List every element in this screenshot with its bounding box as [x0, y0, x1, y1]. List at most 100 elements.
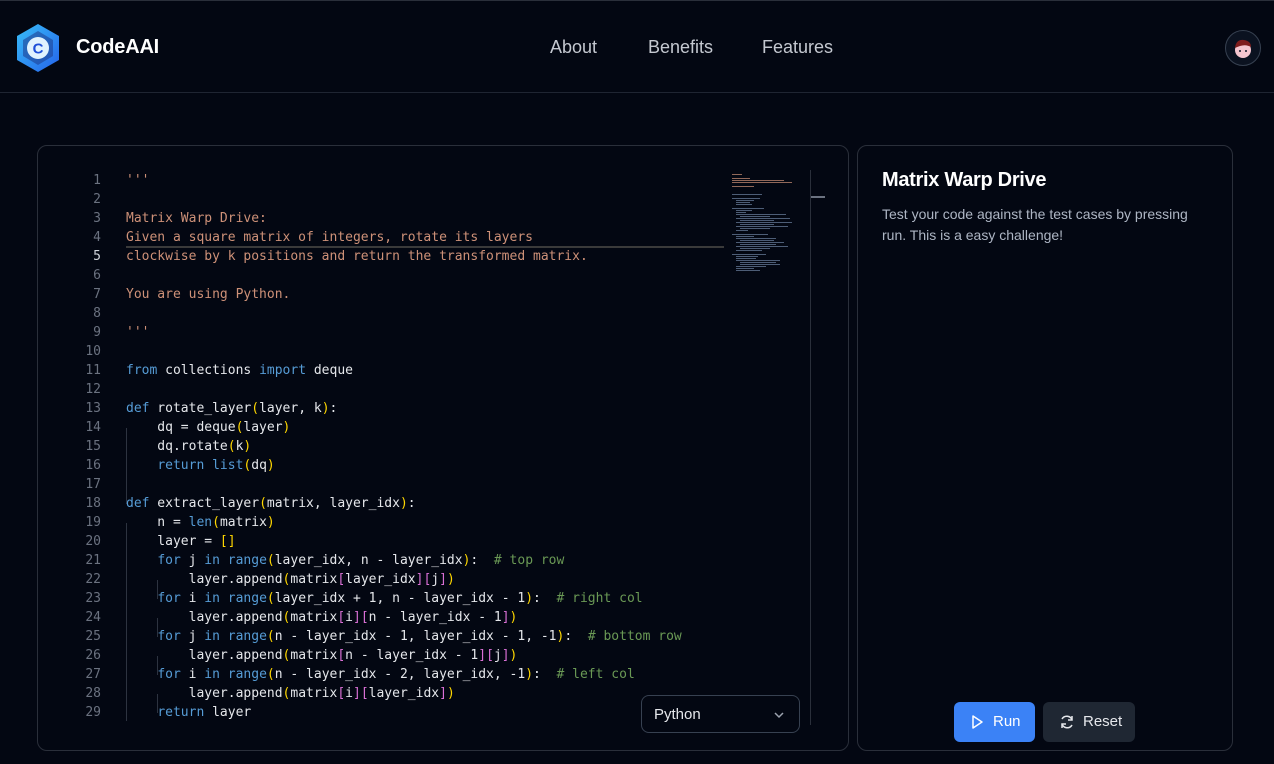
code-token: : [564, 629, 588, 644]
play-icon [970, 714, 984, 734]
line-number: 18 [85, 496, 101, 511]
code-line[interactable]: 4 Given a square matrix of integers, rota… [38, 228, 728, 247]
code-token: for [157, 553, 181, 568]
code-line[interactable]: 2 [38, 190, 728, 209]
code-line[interactable]: 18 def extract_layer(matrix, layer_idx): [38, 494, 728, 513]
code-token: Matrix Warp Drive: [126, 211, 267, 226]
line-content: return list(dq) [126, 456, 275, 475]
code-token: : [470, 553, 494, 568]
code-line[interactable]: 11 from collections import deque [38, 361, 728, 380]
language-select[interactable]: Python [641, 695, 800, 733]
code-line[interactable]: 10 [38, 342, 728, 361]
code-line[interactable]: 27 for i in range(n - layer_idx - 2, lay… [38, 665, 728, 684]
code-token: matrix [290, 648, 338, 663]
code-token: def [126, 496, 150, 511]
nav-benefits[interactable]: Benefits [648, 37, 713, 58]
code-token: : [329, 401, 338, 416]
code-token: matrix [290, 572, 338, 587]
code-token: clockwise by k positions and return the … [126, 249, 588, 264]
line-content: clockwise by k positions and return the … [126, 247, 588, 266]
code-line[interactable]: 5 clockwise by k positions and return the… [38, 247, 728, 266]
code-token: ) [266, 458, 275, 473]
code-token: [ [337, 572, 346, 587]
line-content: for i in range(n - layer_idx - 2, layer_… [126, 665, 635, 684]
code-token: [ [360, 686, 369, 701]
code-line[interactable]: 26 layer.append(matrix[n - layer_idx - 1… [38, 646, 728, 665]
code-line[interactable]: 25 for j in range(n - layer_idx - 1, lay… [38, 627, 728, 646]
line-content: for i in range(layer_idx + 1, n - layer_… [126, 589, 642, 608]
code-token: for [157, 591, 181, 606]
code-token: i [180, 591, 205, 606]
code-line[interactable]: 17 [38, 475, 728, 494]
line-number: 7 [93, 287, 101, 302]
line-number: 14 [85, 420, 101, 435]
line-content: layer.append(matrix[n - layer_idx - 1][j… [126, 646, 518, 665]
code-line[interactable]: 6 [38, 266, 728, 285]
code-token: in [204, 553, 220, 568]
code-editor-panel[interactable]: 1 ''' 2 3 Matrix Warp Drive: 4 Given a square … [37, 145, 849, 751]
codeaai-logo-icon[interactable]: C [14, 22, 62, 74]
line-number: 9 [93, 325, 101, 340]
code-token: in [204, 629, 220, 644]
line-content: dq.rotate(k) [126, 437, 251, 456]
challenge-title: Matrix Warp Drive [882, 169, 1047, 191]
line-content: ''' [126, 171, 149, 190]
code-line[interactable]: 1 ''' [38, 171, 728, 190]
editor-scrollbar[interactable] [810, 170, 825, 725]
code-token: layer.append [126, 610, 283, 625]
user-avatar[interactable] [1225, 30, 1261, 66]
code-token: # top row [493, 553, 565, 568]
scrollbar-thumb[interactable] [811, 196, 825, 198]
language-select-value: Python [654, 706, 701, 723]
line-number: 29 [85, 705, 101, 720]
code-token: deque [306, 363, 353, 378]
code-token: layer.append [126, 686, 283, 701]
reset-button[interactable]: Reset [1043, 702, 1135, 742]
code-token: # left col [556, 667, 635, 682]
code-token: return [157, 458, 205, 473]
code-line[interactable]: 9 ''' [38, 323, 728, 342]
code-token: n - layer_idx - 2, layer_idx, -1 [274, 667, 526, 682]
code-line[interactable]: 20 layer = [] [38, 532, 728, 551]
run-button[interactable]: Run [954, 702, 1035, 742]
code-minimap[interactable] [730, 172, 810, 292]
code-token: dq.rotate [126, 439, 228, 454]
code-line[interactable]: 12 [38, 380, 728, 399]
code-line[interactable]: 7 You are using Python. [38, 285, 728, 304]
code-token: # bottom row [587, 629, 682, 644]
code-line[interactable]: 22 layer.append(matrix[layer_idx][j]) [38, 570, 728, 589]
brand-name[interactable]: CodeAAI [76, 36, 159, 59]
code-line[interactable]: 14 dq = deque(layer) [38, 418, 728, 437]
code-line[interactable]: 8 [38, 304, 728, 323]
line-number: 3 [93, 211, 101, 226]
code-area[interactable]: 1 ''' 2 3 Matrix Warp Drive: 4 Given a square … [38, 171, 728, 722]
code-line[interactable]: 13 def rotate_layer(layer, k): [38, 399, 728, 418]
code-token: dq [251, 458, 267, 473]
code-token: rotate_layer [149, 401, 252, 416]
code-token: layer [204, 705, 252, 720]
code-line[interactable]: 19 n = len(matrix) [38, 513, 728, 532]
code-line[interactable]: 23 for i in range(layer_idx + 1, n - lay… [38, 589, 728, 608]
code-line[interactable]: 15 dq.rotate(k) [38, 437, 728, 456]
line-content: for j in range(n - layer_idx - 1, layer_… [126, 627, 682, 646]
code-line[interactable]: 28 layer.append(matrix[i][layer_idx]) [38, 684, 728, 703]
code-line[interactable]: 16 return list(dq) [38, 456, 728, 475]
code-token: ) [509, 610, 518, 625]
code-token: ( [266, 667, 275, 682]
line-number: 26 [85, 648, 101, 663]
code-token: for [157, 629, 181, 644]
line-number: 16 [85, 458, 101, 473]
nav-features[interactable]: Features [762, 37, 833, 58]
code-line[interactable]: 24 layer.append(matrix[i][n - layer_idx … [38, 608, 728, 627]
code-token: ( [266, 629, 275, 644]
code-token: [] [219, 534, 236, 549]
code-token: ( [259, 496, 267, 511]
code-line[interactable]: 29 return layer [38, 703, 728, 722]
code-line[interactable]: 3 Matrix Warp Drive: [38, 209, 728, 228]
nav-about[interactable]: About [550, 37, 597, 58]
code-token: [ [486, 648, 494, 663]
line-number: 25 [85, 629, 101, 644]
code-line[interactable]: 21 for j in range(layer_idx, n - layer_i… [38, 551, 728, 570]
